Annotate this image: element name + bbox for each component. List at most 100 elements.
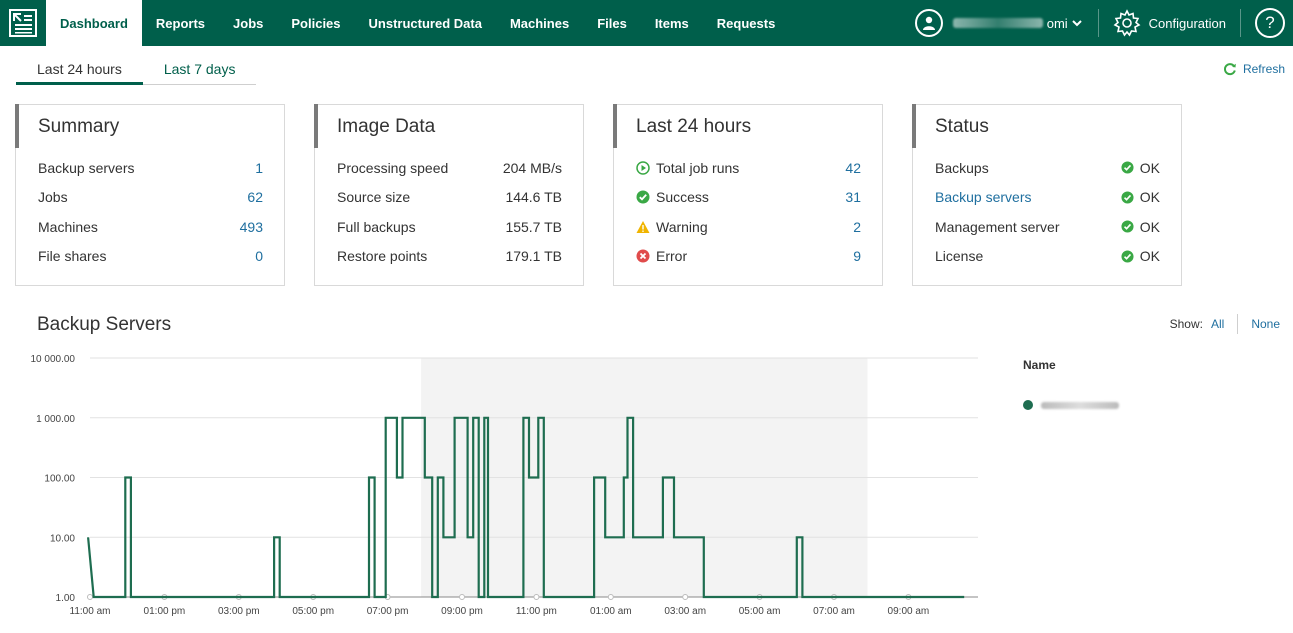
- nav-files[interactable]: Files: [583, 0, 641, 46]
- status-row-backup-servers: Backup servers OK: [935, 183, 1160, 213]
- show-label: Show:: [1169, 317, 1203, 331]
- summary-row-machines: Machines 493: [38, 212, 263, 242]
- row-value-link[interactable]: 9: [853, 248, 861, 264]
- backup-servers-title: Backup Servers: [37, 314, 172, 335]
- user-name-suffix: omi: [1046, 15, 1068, 31]
- user-avatar-icon[interactable]: [914, 9, 943, 37]
- card-title: Status: [935, 116, 989, 137]
- redacted-username: [952, 18, 1043, 28]
- row-label: Full backups: [337, 218, 416, 235]
- refresh-button[interactable]: Refresh: [1223, 62, 1285, 76]
- row-label: Error: [656, 248, 688, 265]
- legend-item[interactable]: [1023, 400, 1119, 410]
- tab-last-24-hours[interactable]: Last 24 hours: [16, 55, 143, 85]
- app-logo-icon[interactable]: [0, 0, 46, 46]
- tab-last-7-days[interactable]: Last 7 days: [142, 55, 257, 85]
- nav-reports[interactable]: Reports: [142, 0, 219, 46]
- configuration-label: Configuration: [1148, 15, 1226, 31]
- card-title: Image Data: [337, 116, 436, 137]
- x-tick-label: 07:00 pm: [367, 606, 409, 617]
- row-label: Jobs: [38, 189, 68, 206]
- backup-servers-link[interactable]: Backup servers: [935, 189, 1031, 205]
- x-tick-label: 09:00 pm: [441, 606, 483, 617]
- help-icon[interactable]: ?: [1255, 8, 1285, 38]
- y-tick-label: 1.00: [56, 593, 76, 604]
- row-value: 179.1 TB: [505, 248, 562, 265]
- card-title: Last 24 hours: [636, 116, 752, 137]
- row-value-link[interactable]: 42: [845, 160, 861, 176]
- nav-right-group: omi Configuration ?: [914, 0, 1293, 46]
- user-menu[interactable]: omi: [952, 15, 1082, 31]
- ok-check-icon: [1121, 250, 1134, 263]
- summary-card: Summary Backup servers 1 Jobs 62 Machine…: [15, 104, 285, 286]
- nav-items[interactable]: Items: [641, 0, 703, 46]
- show-all-link[interactable]: All: [1211, 317, 1224, 331]
- nav-unstructured-data[interactable]: Unstructured Data: [355, 0, 496, 46]
- row-value-link[interactable]: 0: [255, 248, 263, 264]
- row-label: Machines: [38, 218, 98, 235]
- x-tick-marker: [533, 594, 540, 600]
- configuration-button[interactable]: Configuration: [1099, 9, 1240, 37]
- status-value: OK: [1139, 218, 1160, 235]
- nav-jobs[interactable]: Jobs: [219, 0, 277, 46]
- x-tick-label: 01:00 pm: [144, 606, 186, 617]
- x-tick-label: 01:00 am: [590, 606, 632, 617]
- gear-icon: [1113, 9, 1141, 37]
- row-value-link[interactable]: 1: [255, 160, 263, 176]
- chevron-down-icon: [1071, 20, 1082, 27]
- image-row-restore-points: Restore points 179.1 TB: [337, 242, 562, 272]
- status-value: OK: [1139, 189, 1160, 206]
- nav-requests[interactable]: Requests: [703, 0, 790, 46]
- y-tick-label: 10 000.00: [31, 354, 76, 365]
- success-check-icon: [636, 190, 650, 204]
- y-tick-label: 10.00: [50, 533, 75, 544]
- series-visibility-toggle: Show: All None: [1170, 314, 1280, 334]
- status-row-backups: Backups OK: [935, 153, 1160, 183]
- x-tick-label: 09:00 am: [888, 606, 930, 617]
- jobs-row-total-runs: Total job runs 42: [636, 153, 861, 183]
- card-title: Summary: [38, 116, 120, 137]
- image-row-full-backups: Full backups 155.7 TB: [337, 212, 562, 242]
- row-label: Backup servers: [38, 159, 135, 176]
- status-value: OK: [1139, 159, 1160, 176]
- top-navigation-bar: Dashboard Reports Jobs Policies Unstruct…: [0, 0, 1293, 46]
- nav-divider: [1240, 9, 1241, 37]
- last-24-hours-card: Last 24 hours Total job runs 42 Success …: [613, 104, 883, 286]
- nav-policies[interactable]: Policies: [277, 0, 354, 46]
- nav-dashboard[interactable]: Dashboard: [46, 0, 142, 46]
- x-tick-marker: [682, 594, 689, 600]
- ok-check-icon: [1121, 191, 1134, 204]
- summary-row-backup-servers: Backup servers 1: [38, 153, 263, 183]
- image-row-processing-speed: Processing speed 204 MB/s: [337, 153, 562, 183]
- row-label: File shares: [38, 248, 107, 265]
- backup-servers-chart: 1.00 10.00 100.00 1 000.00 10 000.00 11:00 am…: [31, 354, 978, 617]
- row-label: Success: [656, 189, 709, 206]
- x-tick-marker: [459, 594, 465, 600]
- summary-row-file-shares: File shares 0: [38, 242, 263, 272]
- row-value-link[interactable]: 2: [853, 219, 861, 235]
- row-value-link[interactable]: 62: [247, 189, 263, 205]
- row-value-link[interactable]: 31: [845, 189, 861, 205]
- row-value: 144.6 TB: [505, 189, 562, 206]
- row-value-link[interactable]: 493: [240, 219, 263, 235]
- y-tick-label: 1 000.00: [36, 414, 75, 425]
- row-label: License: [935, 248, 984, 265]
- image-data-card: Image Data Processing speed 204 MB/s Sou…: [314, 104, 584, 286]
- legend-title: Name: [1023, 358, 1056, 372]
- summary-row-jobs: Jobs 62: [38, 183, 263, 213]
- row-label: Backups: [935, 159, 989, 176]
- show-none-link[interactable]: None: [1251, 317, 1280, 331]
- row-label: Source size: [337, 189, 411, 206]
- warning-icon: [636, 220, 650, 233]
- row-label: Total job runs: [656, 159, 740, 176]
- ok-check-icon: [1121, 161, 1134, 174]
- chart-legend: Name: [1023, 358, 1119, 410]
- row-label: Warning: [656, 218, 708, 235]
- nav-machines[interactable]: Machines: [496, 0, 583, 46]
- row-label: Processing speed: [337, 159, 449, 176]
- y-tick-label: 100.00: [44, 474, 75, 485]
- jobs-row-error: Error 9: [636, 242, 861, 272]
- status-value: OK: [1139, 248, 1160, 265]
- show-divider: [1237, 314, 1239, 334]
- row-value: 155.7 TB: [505, 218, 562, 235]
